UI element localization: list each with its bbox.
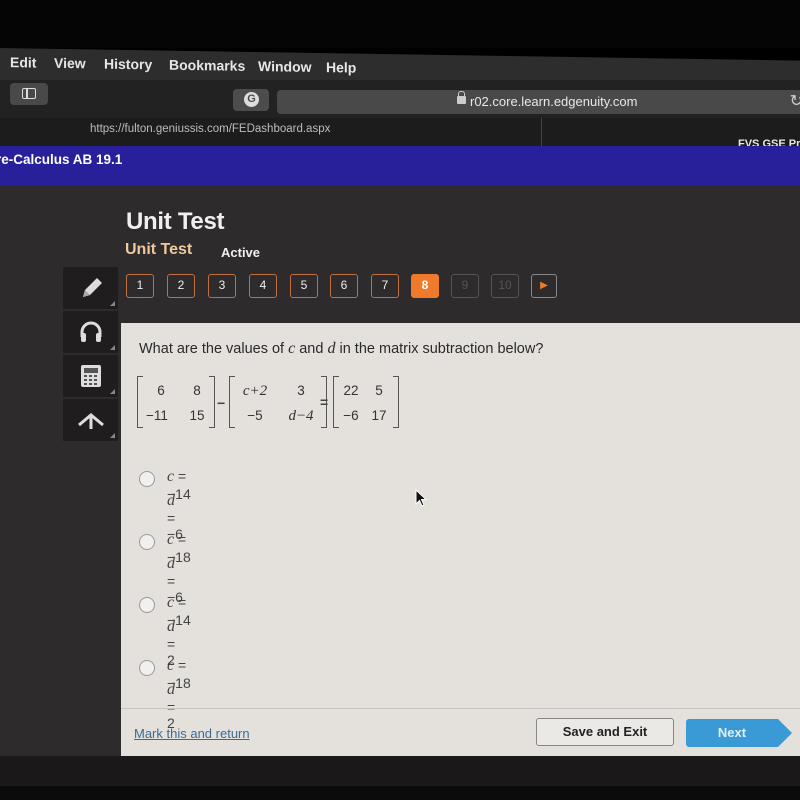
mark-and-return-link[interactable]: Mark this and return [134, 726, 250, 741]
grammarly-extension-button[interactable]: G [233, 89, 269, 111]
matrix-b-cell: 3 [297, 383, 305, 398]
question-nav-next-arrow[interactable]: ▶ [531, 274, 557, 298]
menu-view[interactable]: View [54, 55, 86, 71]
radio-button[interactable] [139, 597, 155, 613]
tab-dashboard-label: https://fulton.geniussis.com/FEDashboard… [90, 123, 331, 135]
matrix-b-cell: c+2 [242, 383, 268, 399]
question-prefix: What are the values of [139, 341, 289, 357]
calculator-icon [81, 365, 101, 387]
calculator-tool-button[interactable] [63, 355, 118, 397]
equals-operator: = [320, 394, 329, 410]
question-nav-7[interactable]: 7 [371, 274, 399, 298]
headphones-tool-button[interactable] [63, 311, 118, 353]
question-footer: Mark this and return Save and Exit Next [121, 708, 800, 760]
save-and-exit-button[interactable]: Save and Exit [536, 718, 674, 746]
question-nav-4[interactable]: 4 [249, 274, 277, 298]
question-text: What are the values of c and d in the ma… [139, 340, 543, 358]
screen-bezel-top [0, 0, 800, 48]
reload-icon[interactable]: ↻ [790, 91, 800, 111]
question-nav-9: 9 [451, 274, 479, 298]
pencil-tool-button[interactable] [63, 267, 118, 309]
pencil-icon [83, 278, 102, 297]
headphones-icon [80, 321, 102, 342]
matrix-a-cell: 8 [193, 383, 201, 398]
question-nav-3[interactable]: 3 [208, 274, 236, 298]
screen-bezel-edge [0, 786, 800, 800]
menu-help[interactable]: Help [326, 59, 356, 75]
radio-button[interactable] [139, 660, 155, 676]
menu-bookmarks[interactable]: Bookmarks [169, 57, 245, 74]
radio-button[interactable] [139, 471, 155, 487]
tools-panel [63, 267, 118, 443]
question-suffix: in the matrix subtraction below? [335, 341, 544, 357]
menu-window[interactable]: Window [258, 58, 312, 75]
minus-operator: − [217, 395, 226, 411]
matrix-b: c+2 3 −5 d−4 [229, 373, 327, 431]
browser-toolbar: G r02.core.learn.edgenuity.com ↻ [0, 80, 800, 118]
page-title: Unit Test [126, 208, 225, 235]
next-button[interactable]: Next [686, 719, 792, 747]
tab-bar: https://fulton.geniussis.com/FEDashboard… [0, 118, 800, 150]
question-nav-1[interactable]: 1 [126, 274, 154, 298]
matrix-c-cell: 17 [371, 408, 387, 423]
matrix-b-cell: d−4 [288, 408, 314, 424]
matrix-a-cell: 15 [189, 408, 205, 423]
matrix-a-cell: 6 [157, 383, 165, 398]
menu-history[interactable]: History [104, 56, 152, 73]
course-title: re-Calculus AB 19.1 [0, 152, 123, 167]
sidebar-icon [22, 88, 36, 99]
grammarly-icon: G [244, 92, 259, 107]
address-url: r02.core.learn.edgenuity.com [470, 94, 638, 109]
lock-icon [457, 91, 466, 104]
question-nav-5[interactable]: 5 [290, 274, 318, 298]
matrix-c-cell: 5 [375, 383, 383, 398]
sidebar-toggle-button[interactable] [10, 83, 48, 105]
test-subtitle: Unit Test [125, 241, 193, 258]
question-mid: and [295, 341, 328, 357]
matrix-a: 6 8 −11 15 [137, 373, 215, 431]
address-bar[interactable]: r02.core.learn.edgenuity.com ↻ [277, 90, 800, 114]
collapse-up-icon [78, 413, 104, 429]
matrix-b-cell: −5 [247, 408, 263, 423]
radio-button[interactable] [139, 534, 155, 550]
question-panel: What are the values of c and d in the ma… [121, 323, 800, 760]
question-nav-2[interactable]: 2 [167, 274, 195, 298]
course-header: re-Calculus AB 19.1 [0, 146, 800, 186]
collapse-tool-button[interactable] [63, 399, 118, 441]
question-nav-10: 10 [491, 274, 519, 298]
matrix-a-cell: −11 [146, 408, 168, 423]
question-nav-6[interactable]: 6 [330, 274, 358, 298]
status-badge: Active [221, 245, 261, 260]
tab-dashboard[interactable]: https://fulton.geniussis.com/FEDashboard… [0, 118, 542, 146]
question-nav-8[interactable]: 8 [411, 274, 439, 298]
menu-edit[interactable]: Edit [10, 54, 36, 70]
matrix-c: 22 5 −6 17 [333, 373, 399, 431]
